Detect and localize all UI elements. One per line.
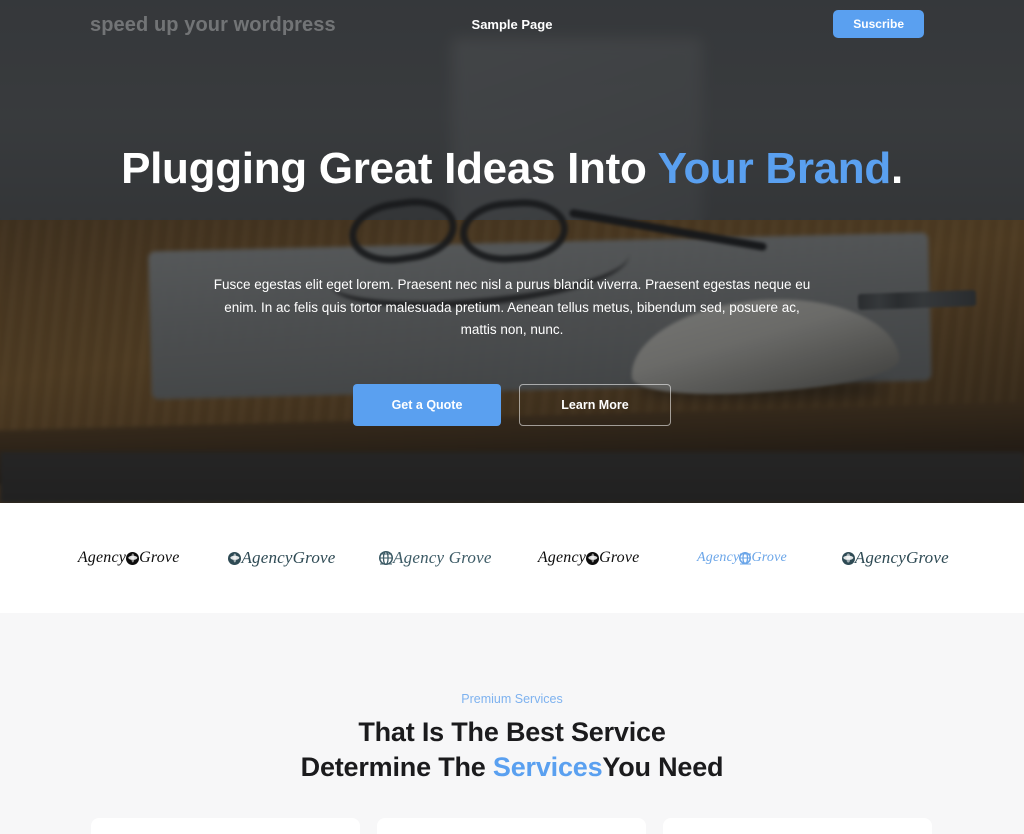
get-a-quote-button[interactable]: Get a Quote <box>353 384 501 426</box>
service-card[interactable] <box>91 818 360 834</box>
client-logo-row: Agency Grove Agency Grove Agency Grove Agency… <box>52 548 972 568</box>
services-subtitle: Determine The ServicesYou Need <box>0 752 1024 783</box>
client-logo-4[interactable]: Agency Grove <box>512 549 665 567</box>
client-logo-6[interactable]: AgencyGrove <box>819 548 972 568</box>
client-logo-prefix: Agency <box>537 549 587 566</box>
hero-heading-accent: Your Brand <box>657 144 892 193</box>
client-logo-suffix: Grove <box>599 549 640 566</box>
services-subtitle-accent: Services <box>492 752 603 782</box>
service-card-grid <box>91 818 933 834</box>
client-logo-1[interactable]: Agency Grove <box>52 549 205 567</box>
site-header: speed up your wordpress Sample Page Susc… <box>0 0 1024 46</box>
client-logo-suffix: Agency Grove <box>393 548 492 567</box>
client-logo-prefix: Agency <box>697 550 740 565</box>
hero-section: speed up your wordpress Sample Page Susc… <box>0 0 1024 503</box>
globe-icon <box>228 551 242 565</box>
client-logo-suffix: AgencyGrove <box>854 548 949 567</box>
globe-icon <box>379 551 394 565</box>
globe-icon <box>586 551 600 565</box>
client-logo-5[interactable]: Agency Grove <box>665 550 818 566</box>
client-logo-strip: Agency Grove Agency Grove Agency Grove Agency… <box>0 503 1024 613</box>
client-logo-2[interactable]: AgencyGrove <box>205 548 358 568</box>
nav-link-sample-page[interactable]: Sample Page <box>472 17 553 32</box>
service-card[interactable] <box>663 818 932 834</box>
client-logo-3[interactable]: Agency Grove <box>359 548 512 568</box>
globe-icon <box>126 551 140 565</box>
globe-icon <box>739 552 752 565</box>
subscribe-button[interactable]: Suscribe <box>833 10 924 38</box>
hero-heading-period: . <box>890 144 903 193</box>
services-title: That Is The Best Service <box>358 717 666 747</box>
client-logo-suffix: Grove <box>139 549 180 566</box>
services-section: Premium Services That Is The Best Servic… <box>0 613 1024 834</box>
client-logo-suffix: AgencyGrove <box>241 548 336 567</box>
hero-heading-part1: Plugging Great Ideas Into <box>121 144 658 193</box>
client-logo-prefix: Agency <box>77 549 127 566</box>
service-card[interactable] <box>377 818 646 834</box>
learn-more-button[interactable]: Learn More <box>519 384 671 426</box>
globe-latitude-lines <box>739 553 752 565</box>
globe-latitude-lines <box>379 553 394 565</box>
client-logo-suffix: Grove <box>751 550 787 565</box>
services-eyebrow: Premium Services <box>461 692 563 706</box>
hero-heading: Plugging Great Ideas Into Your Brand. <box>112 143 912 194</box>
services-subtitle-part1: Determine The <box>300 752 493 782</box>
hero-paragraph: Fusce egestas elit eget lorem. Praesent … <box>213 277 811 337</box>
services-subtitle-part2: You Need <box>602 752 724 782</box>
globe-icon <box>841 551 855 565</box>
hero-cta-group: Get a Quote Learn More <box>0 384 1024 426</box>
